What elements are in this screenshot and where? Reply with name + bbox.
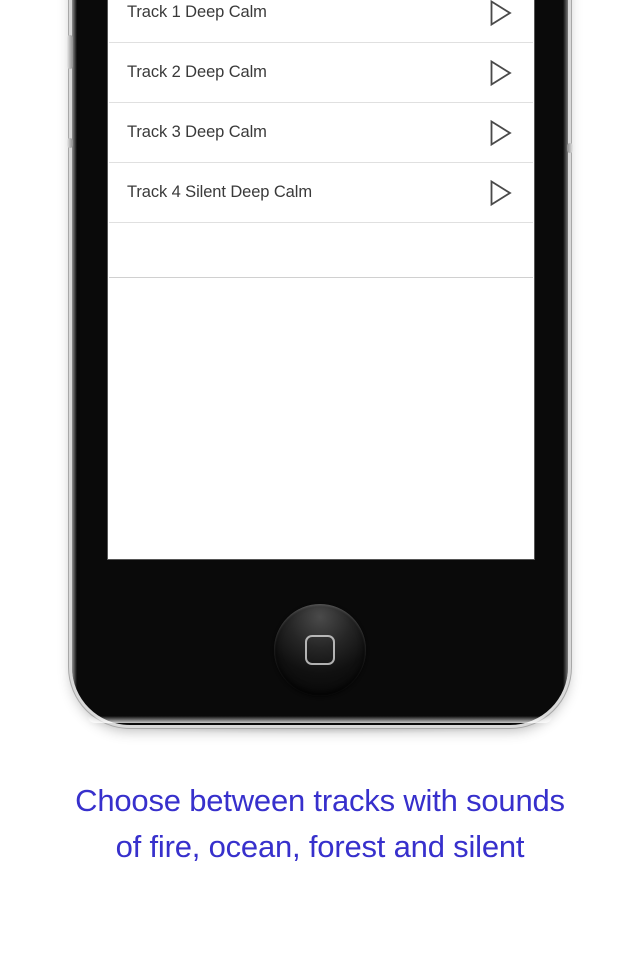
home-square-icon <box>305 635 335 665</box>
marketing-caption: Choose between tracks with sounds of fir… <box>0 778 640 870</box>
volume-down-button[interactable] <box>67 138 73 148</box>
track-list: Play All Track 1 Deep Calm Track 2 Deep … <box>109 0 533 278</box>
track-title: Track 3 Deep Calm <box>127 123 267 141</box>
track-title: Track 2 Deep Calm <box>127 63 267 81</box>
table-row[interactable]: Track 1 Deep Calm <box>109 0 533 43</box>
caption-line-1: Choose between tracks with sounds <box>75 783 565 818</box>
smartphone-device: If you have had a tough day at work, or … <box>67 0 573 725</box>
table-row[interactable]: Track 4 Silent Deep Calm <box>109 163 533 223</box>
table-row[interactable]: Track 2 Deep Calm <box>109 43 533 103</box>
list-empty-filler-row <box>109 223 533 278</box>
play-outline-icon[interactable] <box>489 0 513 26</box>
play-outline-icon[interactable] <box>489 119 513 146</box>
device-bottom-chrome-edge <box>88 716 552 723</box>
phone-screen: If you have had a tough day at work, or … <box>108 0 534 559</box>
home-button[interactable] <box>274 604 366 696</box>
play-outline-icon[interactable] <box>489 179 513 206</box>
track-title: Track 4 Silent Deep Calm <box>127 183 312 201</box>
volume-up-button[interactable] <box>67 35 73 69</box>
play-outline-icon[interactable] <box>489 59 513 86</box>
track-title: Track 1 Deep Calm <box>127 3 267 21</box>
caption-line-2: of fire, ocean, forest and silent <box>115 829 525 864</box>
table-row[interactable]: Track 3 Deep Calm <box>109 103 533 163</box>
mute-switch[interactable] <box>567 143 573 153</box>
